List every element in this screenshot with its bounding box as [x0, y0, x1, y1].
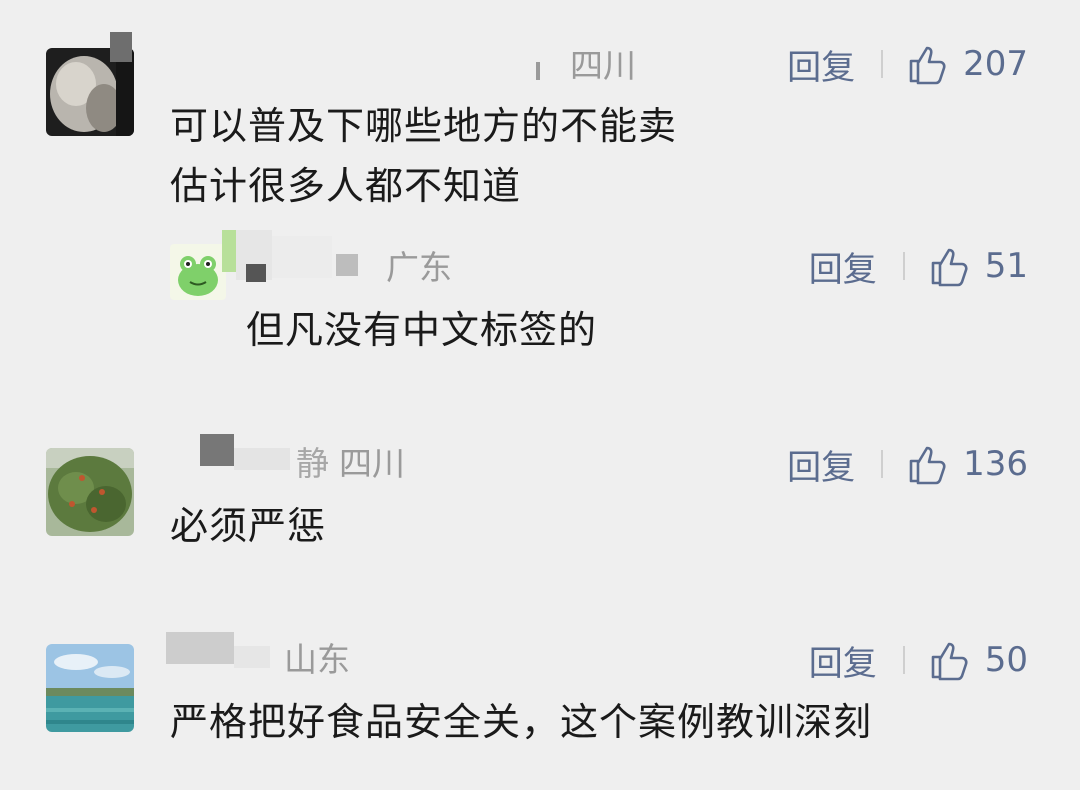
comment-item: 静四川 回复 136 必须严惩: [0, 420, 1080, 580]
author-location: 广东: [386, 248, 452, 287]
like-count: 50: [984, 640, 1028, 680]
redacted-name: [272, 236, 332, 278]
like-button[interactable]: 51: [929, 245, 1028, 287]
thumbs-up-icon: [909, 446, 946, 485]
reply-button[interactable]: 回复: [809, 242, 877, 291]
redacted-name: [246, 264, 266, 282]
redacted-name: [234, 448, 290, 470]
redacted-name: [536, 62, 540, 80]
reply-meta: 广东: [376, 248, 452, 288]
avatar[interactable]: [170, 244, 226, 300]
thumbs-up-icon: [931, 248, 968, 287]
like-count: 136: [963, 444, 1028, 484]
comment-actions: 回复 136: [787, 440, 1028, 489]
comment-item: 山东 回复 50 严格把好食品安全关，这个案例教训深刻: [0, 620, 1080, 790]
redacted-name: [200, 434, 234, 466]
avatar[interactable]: [46, 448, 134, 536]
reply-button[interactable]: 回复: [787, 440, 855, 489]
reply-text: 但凡没有中文标签的: [246, 308, 598, 352]
author-location: 四川: [570, 46, 636, 85]
thumbs-up-icon: [931, 642, 968, 681]
like-count: 207: [963, 44, 1028, 84]
redacted-name: [110, 32, 132, 62]
reply-item: 广东 回复 51 但凡没有中文标签的: [0, 230, 1080, 370]
tree-avatar-image: [46, 448, 134, 536]
author-location: 山东: [284, 640, 350, 679]
comment-text: 必须严惩: [170, 504, 327, 548]
comment-meta: 四川: [560, 46, 636, 86]
reply-actions: 回复 51: [809, 242, 1028, 291]
avatar[interactable]: [46, 644, 134, 732]
redacted-name: [234, 646, 270, 668]
like-count: 51: [984, 246, 1028, 286]
comment-text: 严格把好食品安全关，这个案例教训深刻: [170, 700, 873, 744]
author-location: 四川: [339, 444, 405, 483]
comment-text: 估计很多人都不知道: [170, 164, 522, 208]
author-name: 静: [296, 444, 329, 483]
divider: [902, 252, 905, 280]
frog-avatar-image: [170, 244, 226, 300]
lake-avatar-image: [46, 644, 134, 732]
comment-item: 四川 回复 207 可以普及下哪些地方的不能卖 估计很多人都不知道: [0, 0, 1080, 240]
reply-button[interactable]: 回复: [809, 636, 877, 685]
reply-button[interactable]: 回复: [787, 40, 855, 89]
comment-actions: 回复 207: [787, 40, 1028, 89]
like-button[interactable]: 207: [907, 43, 1028, 85]
comment-text: 可以普及下哪些地方的不能卖: [170, 104, 678, 148]
comment-actions: 回复 50: [809, 636, 1028, 685]
divider: [881, 50, 884, 78]
like-button[interactable]: 50: [929, 639, 1028, 681]
like-button[interactable]: 136: [907, 443, 1028, 485]
divider: [902, 646, 905, 674]
thumbs-up-icon: [909, 46, 946, 85]
redacted-name: [222, 230, 236, 272]
comment-meta: 山东: [274, 640, 350, 680]
redacted-name: [166, 632, 234, 664]
comment-meta: 静四川: [296, 444, 405, 484]
divider: [881, 450, 884, 478]
redacted-name: [336, 254, 358, 276]
